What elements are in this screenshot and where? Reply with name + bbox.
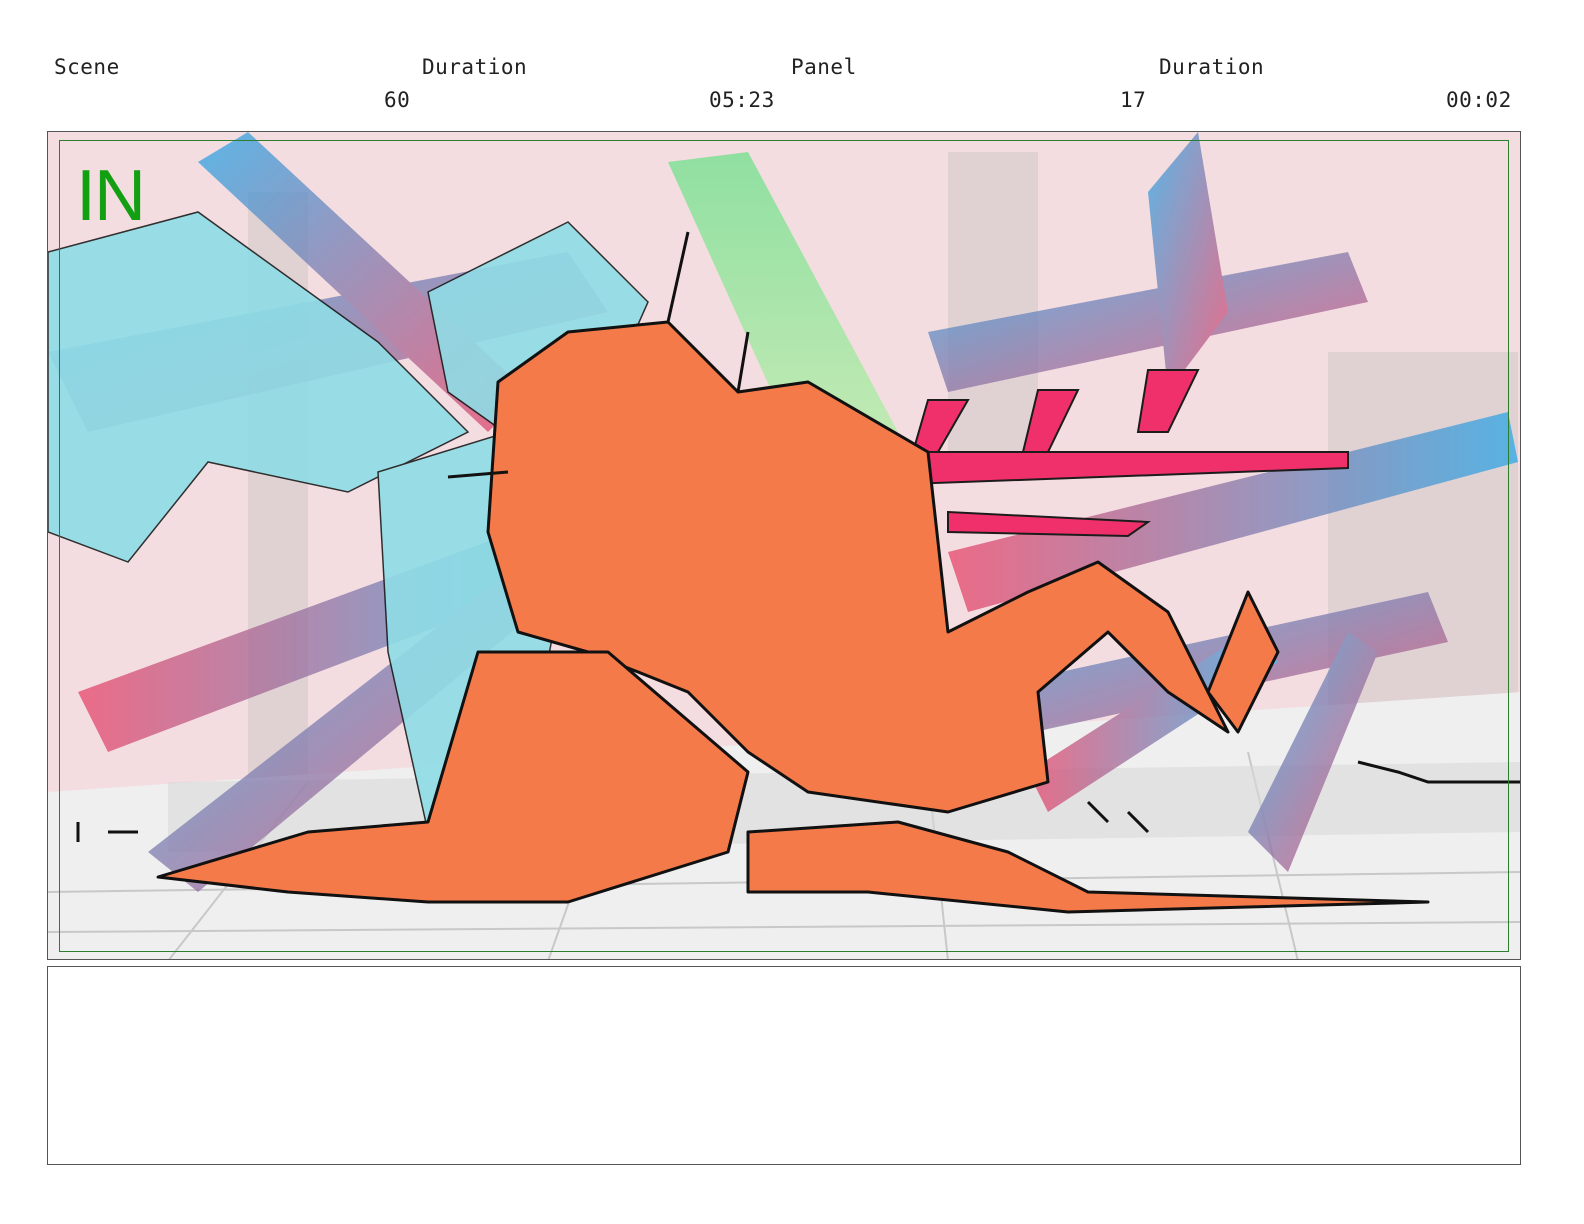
transition-in-label: IN — [76, 156, 146, 236]
scene-number: 60 — [384, 88, 411, 112]
storyboard-panel: IN — [47, 131, 1521, 960]
panel-duration-label: Duration — [1159, 55, 1265, 79]
panel-duration-value: 00:02 — [1446, 88, 1512, 112]
scene-duration-value: 05:23 — [709, 88, 775, 112]
panel-notes-box[interactable] — [47, 966, 1521, 1165]
scene-label: Scene — [54, 55, 120, 79]
panel-label: Panel — [791, 55, 857, 79]
panel-artwork — [48, 132, 1520, 959]
scene-duration-label: Duration — [422, 55, 528, 79]
panel-number: 17 — [1120, 88, 1147, 112]
